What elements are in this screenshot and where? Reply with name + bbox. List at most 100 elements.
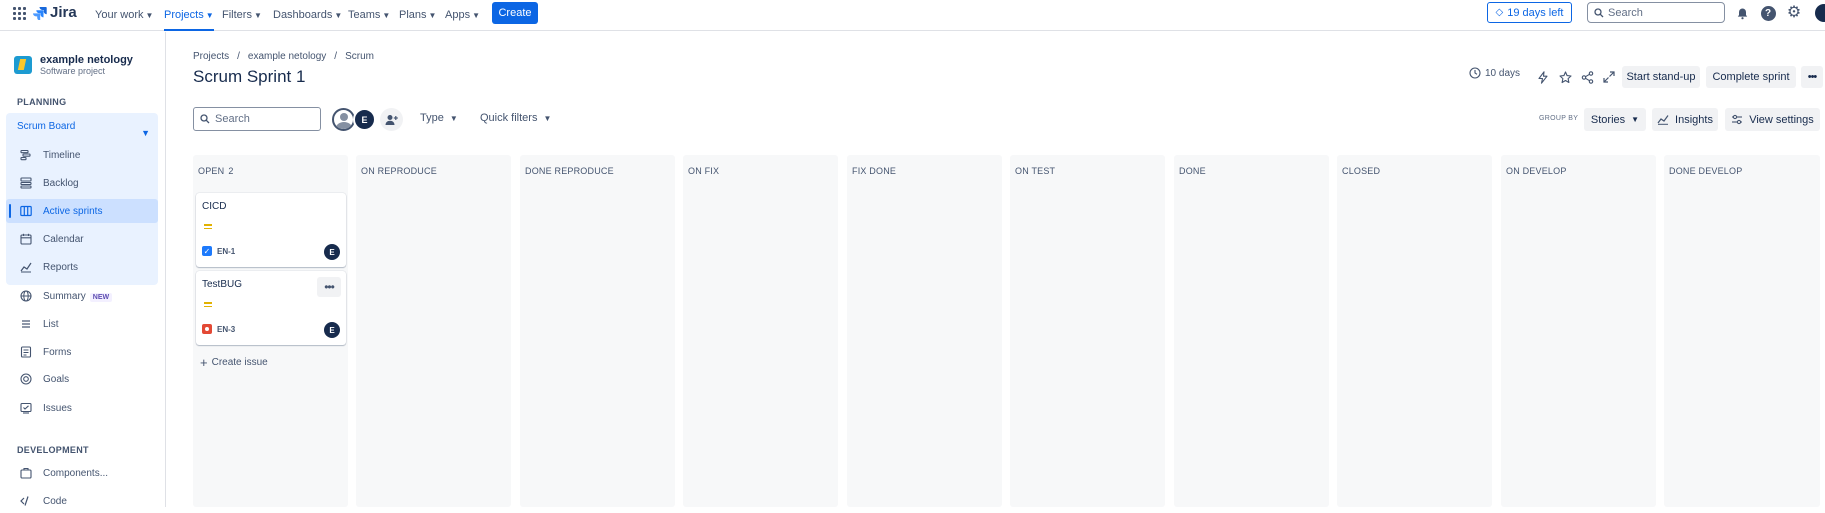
more-actions-icon[interactable]: •••	[1801, 66, 1823, 88]
sidebar-item-calendar[interactable]: Calendar	[0, 227, 166, 251]
jira-logo-text: Jira	[50, 4, 77, 21]
nav-your-work[interactable]: Your work ▼	[95, 6, 153, 24]
sidebar-item-list[interactable]: List	[0, 312, 166, 336]
sidebar-item-label: Summary NEW	[43, 290, 113, 302]
start-standup-button[interactable]: Start stand-up	[1622, 66, 1700, 88]
nav-dashboards[interactable]: Dashboards ▼	[273, 6, 342, 24]
chevron-down-icon: ▼	[205, 10, 214, 20]
trial-days-button[interactable]: ◇ 19 days left	[1487, 2, 1572, 23]
sidebar-item-label: Issues	[43, 402, 72, 414]
group-by-dropdown[interactable]: Stories ▼	[1584, 108, 1646, 131]
nav-label: Projects	[164, 9, 204, 21]
column-title: DONE DEVELOP	[1669, 166, 1743, 176]
more-actions-icon[interactable]: •••	[317, 277, 341, 297]
insights-button[interactable]: Insights	[1652, 108, 1718, 131]
profile-avatar[interactable]	[1815, 4, 1825, 22]
sidebar-item-timeline[interactable]: Timeline	[0, 143, 166, 167]
sidebar-item-goals[interactable]: Goals	[0, 367, 166, 391]
sidebar-item-forms[interactable]: Forms	[0, 340, 166, 364]
complete-sprint-button[interactable]: Complete sprint	[1706, 66, 1796, 88]
issue-card[interactable]: CICD ✓ EN-1 E	[196, 193, 346, 267]
sprint-days-remaining[interactable]: 10 days	[1469, 67, 1520, 79]
project-sidebar: example netology Software project PLANNI…	[0, 32, 166, 507]
issue-key[interactable]: ✓ EN-1	[202, 246, 235, 256]
timeline-icon	[19, 148, 33, 162]
quick-filters-dropdown[interactable]: Quick filters ▼	[480, 112, 551, 124]
forms-icon	[19, 345, 33, 359]
sidebar-item-code[interactable]: Code	[0, 489, 166, 513]
star-icon[interactable]	[1556, 68, 1574, 86]
breadcrumb-project[interactable]: example netology	[248, 51, 326, 62]
project-header[interactable]: example netology Software project	[14, 54, 133, 76]
sidebar-item-label: Forms	[43, 346, 72, 358]
nav-filters[interactable]: Filters ▼	[222, 6, 262, 24]
nav-plans[interactable]: Plans ▼	[399, 6, 436, 24]
jira-logo[interactable]: Jira	[33, 4, 77, 21]
nav-projects[interactable]: Projects ▼	[164, 6, 214, 31]
issue-title: CICD	[202, 201, 227, 212]
avatar-unassigned-icon[interactable]	[332, 108, 355, 131]
breadcrumb-separator: /	[237, 51, 240, 62]
sidebar-item-components[interactable]: Components...	[0, 461, 166, 485]
sidebar-item-label: Calendar	[43, 233, 84, 245]
chevron-down-icon: ▼	[472, 10, 480, 20]
chevron-down-icon: ▼	[1631, 115, 1640, 124]
chart-icon	[1657, 115, 1669, 125]
type-filter-dropdown[interactable]: Type ▼	[420, 112, 458, 124]
priority-medium-icon	[204, 302, 212, 308]
sidebar-item-label: Reports	[43, 261, 79, 273]
sidebar-item-label: Backlog	[43, 177, 79, 189]
nav-teams[interactable]: Teams ▼	[348, 6, 390, 24]
sidebar-item-summary[interactable]: Summary NEW	[0, 284, 166, 308]
add-people-icon[interactable]	[380, 108, 403, 131]
settings-gear-icon[interactable]: ⚙	[1785, 4, 1803, 22]
breadcrumb-board[interactable]: Scrum	[345, 51, 374, 62]
search-placeholder: Search	[215, 113, 250, 125]
assignee-avatar[interactable]: E	[324, 322, 340, 338]
board-column-open: OPEN 2 CICD ✓ EN-1 E TestBUG ••• EN-3 E +…	[193, 155, 348, 507]
share-icon[interactable]	[1578, 68, 1596, 86]
group-by-label: GROUP BY	[1539, 115, 1579, 122]
automation-lightning-icon[interactable]	[1534, 68, 1552, 86]
view-settings-button[interactable]: View settings	[1725, 108, 1820, 131]
notifications-icon[interactable]	[1733, 4, 1751, 22]
priority-medium-icon	[204, 224, 212, 230]
sidebar-item-backlog[interactable]: Backlog	[0, 171, 166, 195]
assignee-avatar[interactable]: E	[353, 108, 376, 131]
breadcrumb-projects[interactable]: Projects	[193, 51, 229, 62]
fullscreen-icon[interactable]	[1600, 68, 1618, 86]
board-column-on-fix: ON FIX	[683, 155, 838, 507]
issue-key-label: EN-3	[217, 324, 236, 334]
issue-key-label: EN-1	[217, 246, 236, 256]
type-filter-label: Type	[420, 112, 444, 124]
nav-apps[interactable]: Apps ▼	[445, 6, 480, 24]
chevron-down-icon[interactable]: ▼	[141, 128, 150, 138]
breadcrumb-separator: /	[334, 51, 338, 62]
board-column-on-reproduce: ON REPRODUCE	[356, 155, 511, 507]
quick-filters-label: Quick filters	[480, 112, 538, 124]
sidebar-item-issues[interactable]: Issues	[0, 396, 166, 420]
scrum-board-label[interactable]: Scrum Board	[17, 121, 77, 133]
create-button[interactable]: Create	[492, 2, 538, 24]
help-icon[interactable]: ?	[1759, 4, 1777, 22]
sidebar-item-active-sprints[interactable]: Active sprints	[6, 199, 158, 223]
issue-key[interactable]: EN-3	[202, 324, 235, 334]
assignee-avatar[interactable]: E	[324, 244, 340, 260]
trial-label: 19 days left	[1507, 6, 1564, 19]
sidebar-item-reports[interactable]: Reports	[0, 255, 166, 279]
global-search-input[interactable]: Search	[1587, 2, 1725, 23]
planning-section-title: PLANNING	[17, 97, 67, 107]
app-switcher-icon[interactable]	[13, 7, 27, 21]
summary-label: Summary	[43, 290, 86, 302]
create-issue-button[interactable]: + Create issue	[200, 355, 268, 370]
issue-card[interactable]: TestBUG ••• EN-3 E	[196, 271, 346, 345]
board-column-done-develop: DONE DEVELOP	[1664, 155, 1820, 507]
board-column-done: DONE	[1174, 155, 1329, 507]
story-checkbox-icon: ✓	[202, 246, 212, 256]
column-title: ON FIX	[688, 166, 720, 176]
top-navigation: Jira Your work ▼ Projects ▼ Filters ▼ Dashb…	[0, 0, 1825, 31]
goals-icon	[19, 372, 33, 386]
column-name: OPEN	[198, 166, 225, 176]
board-search-input[interactable]: Search	[193, 107, 321, 131]
globe-icon	[19, 289, 33, 303]
